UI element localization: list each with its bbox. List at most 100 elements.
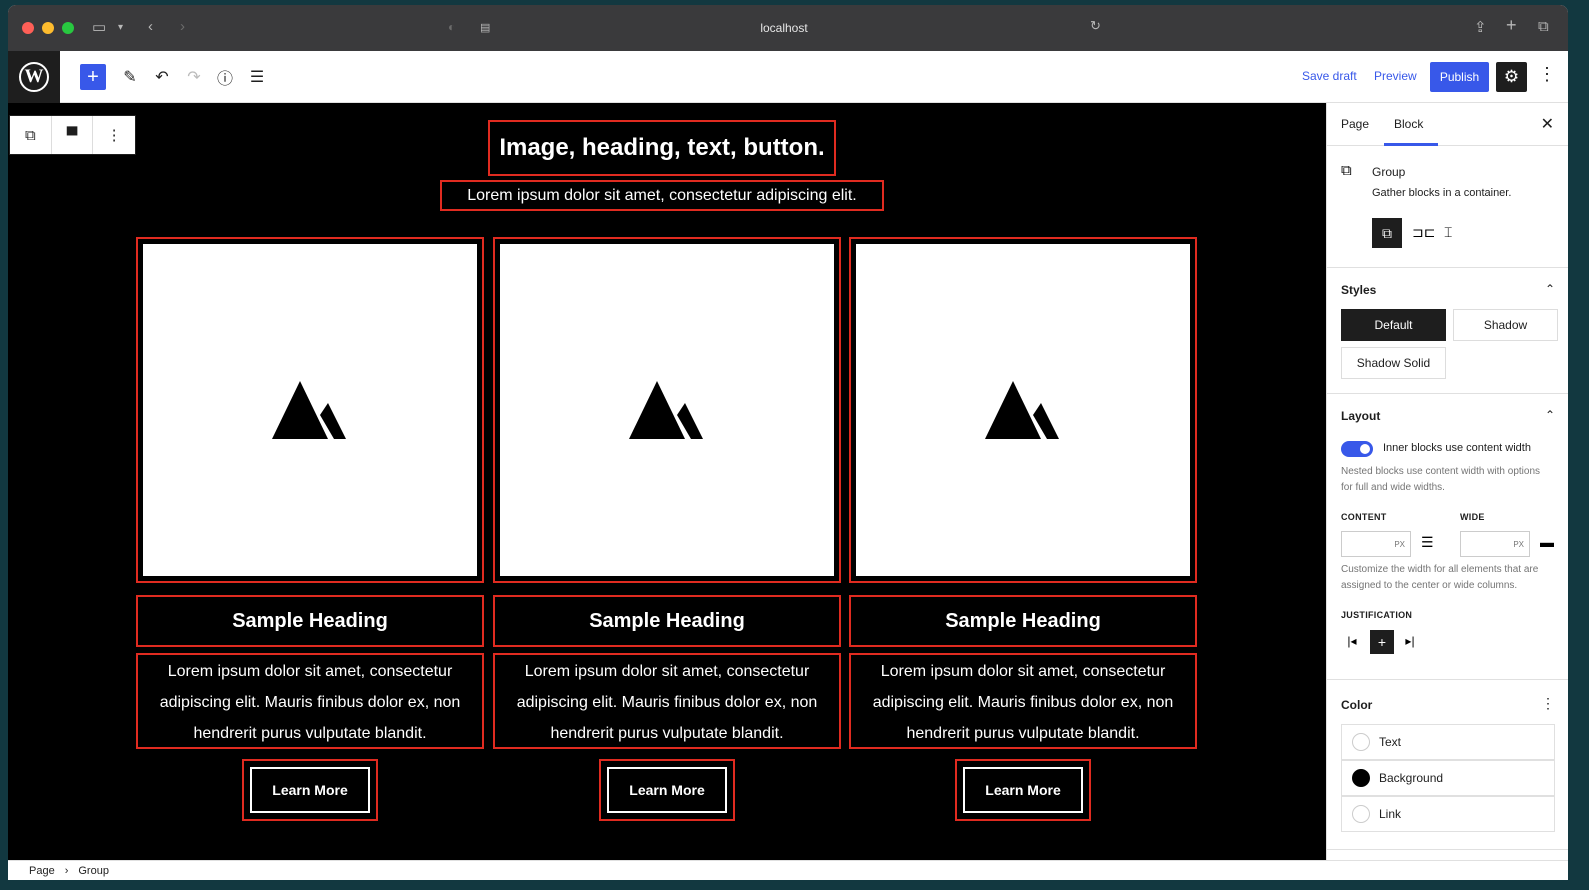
image-placeholder [500,244,834,576]
text-color-swatch [1352,733,1370,751]
toggle-label: Inner blocks use content width [1383,442,1531,454]
color-options-icon[interactable]: ⋮ [1541,695,1555,712]
learn-more-button[interactable]: Learn More [963,767,1083,813]
color-link-row[interactable]: Link [1341,796,1555,832]
justify-right-icon[interactable]: ▸| [1399,630,1421,652]
image-placeholder [856,244,1190,576]
align-center-icon: ☰ [1421,534,1434,550]
stack-variation-icon[interactable]: ⌶ [1444,224,1452,241]
color-text-row[interactable]: Text [1341,724,1555,760]
color-panel: Color ⋮ Text Background Link [1327,680,1568,850]
toggle-help: Nested blocks use content width with opt… [1341,466,1540,493]
block-inserter-button[interactable]: + [80,64,106,90]
undo-icon[interactable]: ↶ [149,64,175,90]
layout-title[interactable]: Layout [1341,409,1380,423]
block-name: Group [1372,165,1406,179]
settings-gear-icon[interactable]: ⚙ [1496,62,1527,92]
tab-page[interactable]: Page [1341,117,1369,131]
block-card: ⧉ Group Gather blocks in a container. ⧉ … [1327,146,1568,268]
column-heading[interactable]: Sample Heading [849,595,1197,647]
page-icon: ▤ [480,22,491,34]
column-text[interactable]: Lorem ipsum dolor sit amet, consectetur … [136,653,484,749]
link-color-swatch [1352,805,1370,823]
styles-title[interactable]: Styles [1341,283,1376,297]
style-shadow-button[interactable]: Shadow [1453,309,1558,341]
wordpress-icon: W [19,62,49,92]
wordpress-logo[interactable]: W [8,51,60,103]
browser-window: ▭ ▾ ‹ › ◐ localhost ▤ ↻ ⇪ + ⧉ W + ✎ ↶ ↷ … [8,5,1568,880]
page-subheading[interactable]: Lorem ipsum dolor sit amet, consectetur … [440,180,884,211]
column-text[interactable]: Lorem ipsum dolor sit amet, consectetur … [849,653,1197,749]
close-icon[interactable]: ✕ [1541,114,1554,134]
close-window-button[interactable] [22,22,34,34]
column-image[interactable] [849,237,1197,583]
breadcrumb-group[interactable]: Group [78,865,109,877]
content-width-toggle[interactable] [1341,441,1373,457]
info-icon[interactable]: ⓘ [212,64,238,90]
content-label: CONTENT [1341,512,1387,522]
browser-chrome: ▭ ▾ ‹ › ◐ localhost ▤ ↻ ⇪ + ⧉ [8,5,1568,51]
column-heading[interactable]: Sample Heading [136,595,484,647]
wide-width-input[interactable]: PX [1460,531,1530,557]
list-view-icon[interactable]: ☰ [244,64,270,90]
column-image[interactable] [136,237,484,583]
mountain-icon [629,381,703,439]
learn-more-wrapper: Learn More [242,759,378,821]
back-icon[interactable]: ‹ [148,18,153,35]
style-default-button[interactable]: Default [1341,309,1446,341]
editor-canvas[interactable]: ⧉ ▀ ⋮ Image, heading, text, button. Lore… [8,103,1326,860]
block-options-icon[interactable]: ⋮ [93,116,135,154]
content-width-input[interactable]: PX [1341,531,1411,557]
wide-label: WIDE [1460,512,1485,522]
align-wide-icon: ▬ [1540,534,1554,550]
learn-more-wrapper: Learn More [955,759,1091,821]
color-title[interactable]: Color [1341,698,1372,712]
chevron-up-icon[interactable]: ⌃ [1545,282,1555,296]
maximize-window-button[interactable] [62,22,74,34]
sidebar-toggle-icon[interactable]: ▭ [92,18,106,36]
page-heading[interactable]: Image, heading, text, button. [488,120,836,176]
tabs-overview-icon[interactable]: ⧉ [1538,18,1549,35]
breadcrumb-page[interactable]: Page [29,865,55,877]
mountain-icon [985,381,1059,439]
share-icon[interactable]: ⇪ [1474,18,1487,36]
column-text[interactable]: Lorem ipsum dolor sit amet, consectetur … [493,653,841,749]
options-menu-icon[interactable]: ⋮ [1538,64,1556,85]
justify-left-icon[interactable]: |◂ [1341,630,1363,652]
group-block-icon[interactable]: ⧉ [10,116,52,154]
chevron-up-icon[interactable]: ⌃ [1545,408,1555,422]
row-variation-icon[interactable]: ⊐⊏ [1412,224,1435,241]
styles-panel: Styles ⌃ Default Shadow Shadow Solid [1327,268,1568,394]
edit-tool-icon[interactable]: ✎ [117,64,143,90]
color-text-label: Text [1379,735,1402,749]
color-background-row[interactable]: Background [1341,760,1555,796]
address-bar[interactable]: localhost [444,15,1124,41]
background-color-swatch [1352,769,1370,787]
unit-label: PX [1394,539,1405,549]
forward-icon[interactable]: › [180,18,185,35]
group-variation-icon[interactable]: ⧉ [1372,218,1402,248]
tab-block[interactable]: Block [1394,117,1423,131]
editor-toolbar: W + ✎ ↶ ↷ ⓘ ☰ Save draft Preview Publish… [8,51,1568,103]
settings-sidebar: Page Block ✕ ⧉ Group Gather blocks in a … [1326,103,1568,860]
block-description: Gather blocks in a container. [1372,187,1512,199]
learn-more-button[interactable]: Learn More [607,767,727,813]
reload-icon[interactable]: ↻ [1090,18,1101,34]
style-shadow-solid-button[interactable]: Shadow Solid [1341,347,1446,379]
column-heading[interactable]: Sample Heading [493,595,841,647]
minimize-window-button[interactable] [42,22,54,34]
chevron-down-icon[interactable]: ▾ [118,22,123,33]
preview-button[interactable]: Preview [1374,69,1417,83]
justify-center-icon[interactable]: + [1370,630,1394,654]
new-tab-icon[interactable]: + [1506,15,1517,36]
save-draft-button[interactable]: Save draft [1302,69,1357,83]
redo-icon[interactable]: ↷ [181,64,207,90]
width-help: Customize the width for all elements tha… [1341,564,1539,591]
justification-label: JUSTIFICATION [1341,610,1413,620]
sidebar-tabs: Page Block ✕ [1327,103,1568,146]
learn-more-button[interactable]: Learn More [250,767,370,813]
column-image[interactable] [493,237,841,583]
image-placeholder [143,244,477,576]
publish-button[interactable]: Publish [1430,62,1489,92]
align-icon[interactable]: ▀ [52,116,94,154]
